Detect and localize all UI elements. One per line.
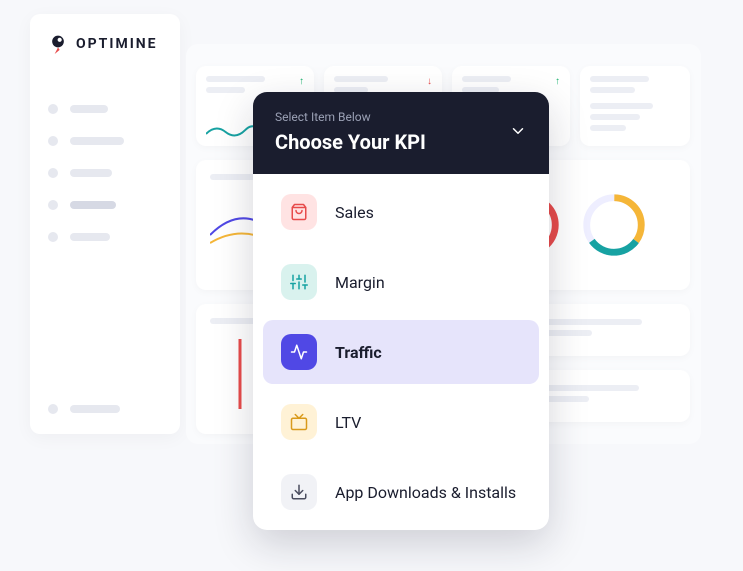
trend-down-icon: ↓ [427,76,432,87]
nav-item[interactable] [48,168,162,178]
nav-item[interactable] [48,104,162,114]
tv-icon [281,404,317,440]
brand-name: OPTIMINE [76,36,158,52]
kpi-dropdown[interactable]: Select Item Below Choose Your KPI Sales … [253,92,549,530]
nav-item[interactable] [48,232,162,242]
kpi-option-label: Margin [335,273,385,292]
sliders-icon [281,264,317,300]
kpi-option-label: Sales [335,203,374,222]
dropdown-header[interactable]: Select Item Below Choose Your KPI [253,92,549,174]
activity-icon [281,334,317,370]
nav-item[interactable] [48,404,162,414]
kpi-option-sales[interactable]: Sales [263,180,539,244]
download-icon [281,474,317,510]
kpi-option-label: Traffic [335,343,382,362]
kpi-mini-card [580,66,690,146]
kpi-option-margin[interactable]: Margin [263,250,539,314]
trend-up-icon: ↑ [555,76,560,87]
kpi-option-label: App Downloads & Installs [335,483,516,502]
dropdown-title: Choose Your KPI [275,130,527,154]
kpi-option-ltv[interactable]: LTV [263,390,539,454]
kpi-option-app-downloads[interactable]: App Downloads & Installs [263,460,539,524]
brand-logo: OPTIMINE [48,34,162,54]
dropdown-subtitle: Select Item Below [275,110,527,124]
kpi-option-traffic[interactable]: Traffic [263,320,539,384]
shopping-bag-icon [281,194,317,230]
nav-item[interactable] [48,200,162,210]
optimine-logo-icon [48,34,68,54]
trend-up-icon: ↑ [299,76,304,87]
kpi-option-label: LTV [335,413,361,432]
sidebar: OPTIMINE [30,14,180,434]
nav-item[interactable] [48,136,162,146]
chevron-down-icon [509,122,527,144]
